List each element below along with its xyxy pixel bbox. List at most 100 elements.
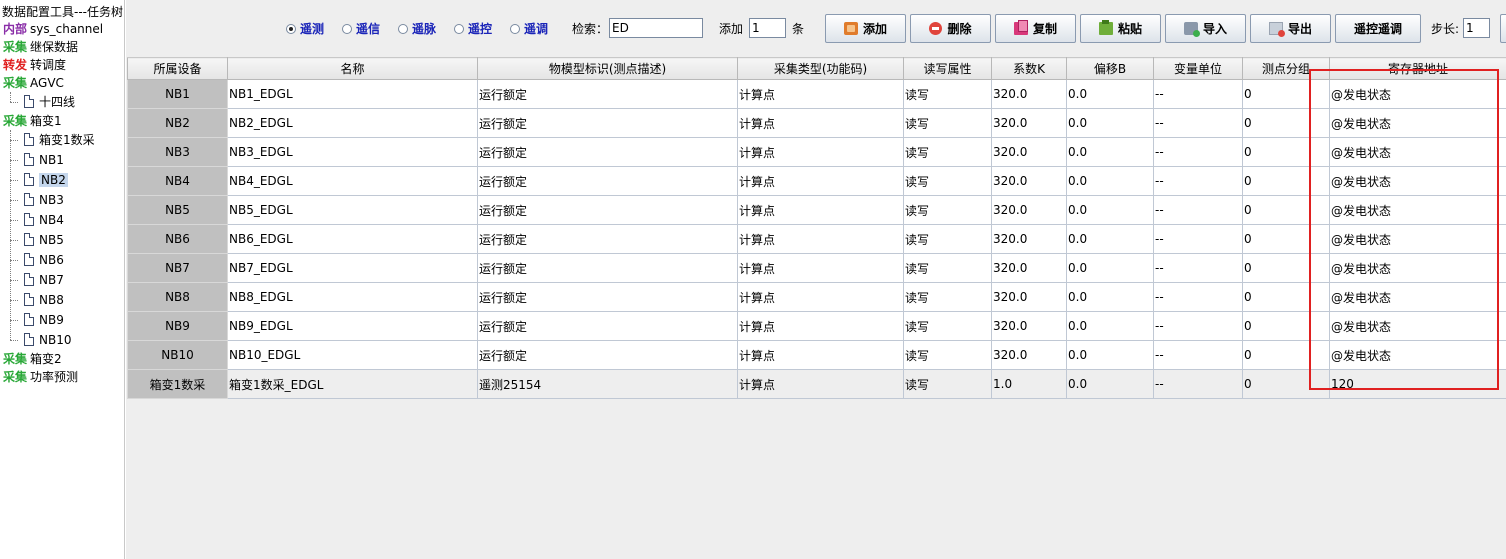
table-cell[interactable]: @发电状态 — [1329, 340, 1506, 370]
table-cell[interactable]: @发电状态 — [1329, 224, 1506, 254]
remote-control-button[interactable]: 遥控遥调 — [1335, 14, 1421, 43]
table-cell[interactable]: 0.0 — [1066, 108, 1154, 138]
column-header[interactable]: 所属设备 — [127, 57, 228, 80]
table-cell[interactable]: 0 — [1242, 108, 1330, 138]
table-cell[interactable]: -- — [1153, 369, 1243, 399]
column-header[interactable]: 寄存器地址 — [1329, 57, 1506, 80]
column-header[interactable]: 读写属性 — [903, 57, 992, 80]
table-cell[interactable]: NB10_EDGL — [227, 340, 478, 370]
table-row[interactable]: NB6 NB6_EDGL 运行额定 计算点 读写 320.0 0.0 -- 0 @发电状态 — [127, 224, 1506, 254]
device-cell[interactable]: NB2 — [127, 108, 228, 138]
column-header[interactable]: 测点分组 — [1242, 57, 1330, 80]
table-row[interactable]: NB5 NB5_EDGL 运行额定 计算点 读写 320.0 0.0 -- 0 @发电状态 — [127, 195, 1506, 225]
add-count-input[interactable]: 1 — [749, 18, 786, 38]
table-cell[interactable]: 读写 — [903, 79, 992, 109]
tree-node-agvc[interactable]: 采集 AGVC — [3, 74, 64, 92]
table-cell[interactable]: 运行额定 — [477, 166, 738, 196]
table-cell[interactable]: NB7_EDGL — [227, 253, 478, 283]
table-cell[interactable]: 运行额定 — [477, 224, 738, 254]
table-cell[interactable]: 0 — [1242, 137, 1330, 167]
table-cell[interactable]: 读写 — [903, 137, 992, 167]
table-cell[interactable]: 读写 — [903, 311, 992, 341]
table-cell[interactable]: 0 — [1242, 224, 1330, 254]
table-cell[interactable]: 计算点 — [737, 340, 904, 370]
table-cell[interactable]: 0 — [1242, 311, 1330, 341]
table-cell[interactable]: 箱变1数采_EDGL — [227, 369, 478, 399]
table-cell[interactable]: 运行额定 — [477, 195, 738, 225]
table-cell[interactable]: 0 — [1242, 253, 1330, 283]
delete-button[interactable]: 删除 — [910, 14, 991, 43]
table-row[interactable]: NB1 NB1_EDGL 运行额定 计算点 读写 320.0 0.0 -- 0 @发电状态 — [127, 79, 1506, 109]
table-cell[interactable]: @发电状态 — [1329, 253, 1506, 283]
table-cell[interactable]: 读写 — [903, 340, 992, 370]
table-cell[interactable]: 0 — [1242, 282, 1330, 312]
table-cell[interactable]: 0 — [1242, 79, 1330, 109]
table-cell[interactable]: -- — [1153, 166, 1243, 196]
table-cell[interactable]: NB5_EDGL — [227, 195, 478, 225]
table-cell[interactable]: 运行额定 — [477, 340, 738, 370]
radio-telemetry[interactable]: 遥测 — [286, 21, 324, 37]
table-cell[interactable]: 计算点 — [737, 195, 904, 225]
step-more-button[interactable] — [1500, 14, 1506, 43]
table-row[interactable]: NB8 NB8_EDGL 运行额定 计算点 读写 320.0 0.0 -- 0 @发电状态 — [127, 282, 1506, 312]
device-cell[interactable]: NB5 — [127, 195, 228, 225]
table-cell[interactable]: 1.0 — [991, 369, 1067, 399]
table-cell[interactable]: NB8_EDGL — [227, 282, 478, 312]
table-cell[interactable]: NB1_EDGL — [227, 79, 478, 109]
device-cell[interactable]: NB8 — [127, 282, 228, 312]
radio-teleadjust[interactable]: 遥调 — [510, 21, 548, 37]
table-row[interactable]: NB9 NB9_EDGL 运行额定 计算点 读写 320.0 0.0 -- 0 @发电状态 — [127, 311, 1506, 341]
table-cell[interactable]: -- — [1153, 282, 1243, 312]
search-input[interactable]: ED — [609, 18, 703, 38]
add-button[interactable]: 添加 — [825, 14, 906, 43]
table-cell[interactable]: 运行额定 — [477, 311, 738, 341]
device-cell[interactable]: NB1 — [127, 79, 228, 109]
table-cell[interactable]: 0.0 — [1066, 224, 1154, 254]
table-cell[interactable]: -- — [1153, 79, 1243, 109]
tree-node-child[interactable]: 箱变1数采 — [24, 130, 95, 150]
table-cell[interactable]: -- — [1153, 224, 1243, 254]
radio-telecontrol[interactable]: 遥控 — [454, 21, 492, 37]
tree-node-child[interactable]: NB9 — [24, 310, 64, 330]
column-header[interactable]: 物模型标识(测点描述) — [477, 57, 738, 80]
table-cell[interactable]: 0 — [1242, 369, 1330, 399]
radio-telesignal[interactable]: 遥信 — [342, 21, 380, 37]
table-cell[interactable]: 读写 — [903, 253, 992, 283]
device-cell[interactable]: NB9 — [127, 311, 228, 341]
table-cell[interactable]: 320.0 — [991, 79, 1067, 109]
column-header[interactable]: 系数K — [991, 57, 1067, 80]
table-cell[interactable]: 0 — [1242, 195, 1330, 225]
table-cell[interactable]: 计算点 — [737, 166, 904, 196]
tree-node-child[interactable]: NB5 — [24, 230, 64, 250]
table-cell[interactable]: 读写 — [903, 108, 992, 138]
tree-node-child[interactable]: NB8 — [24, 290, 64, 310]
table-cell[interactable]: -- — [1153, 195, 1243, 225]
paste-button[interactable]: 粘贴 — [1080, 14, 1161, 43]
table-cell[interactable]: @发电状态 — [1329, 166, 1506, 196]
table-cell[interactable]: @发电状态 — [1329, 282, 1506, 312]
device-cell[interactable]: 箱变1数采 — [127, 369, 228, 399]
table-cell[interactable]: 320.0 — [991, 224, 1067, 254]
device-cell[interactable]: NB4 — [127, 166, 228, 196]
table-cell[interactable]: 计算点 — [737, 282, 904, 312]
table-cell[interactable]: 0.0 — [1066, 253, 1154, 283]
table-cell[interactable]: @发电状态 — [1329, 311, 1506, 341]
table-cell[interactable]: 计算点 — [737, 137, 904, 167]
device-cell[interactable]: NB7 — [127, 253, 228, 283]
table-cell[interactable]: 320.0 — [991, 340, 1067, 370]
table-cell[interactable]: 0 — [1242, 166, 1330, 196]
tree-node-child[interactable]: NB2 — [24, 170, 68, 190]
table-cell[interactable]: 320.0 — [991, 137, 1067, 167]
table-cell[interactable]: 计算点 — [737, 79, 904, 109]
tree-node-line14[interactable]: 十四线 — [24, 92, 75, 112]
table-cell[interactable]: 计算点 — [737, 253, 904, 283]
copy-button[interactable]: 复制 — [995, 14, 1076, 43]
table-cell[interactable]: @发电状态 — [1329, 79, 1506, 109]
table-cell[interactable]: 计算点 — [737, 108, 904, 138]
tree-node-child[interactable]: NB7 — [24, 270, 64, 290]
table-cell[interactable]: @发电状态 — [1329, 195, 1506, 225]
table-cell[interactable]: 320.0 — [991, 311, 1067, 341]
table-cell[interactable]: 0.0 — [1066, 137, 1154, 167]
table-row[interactable]: NB2 NB2_EDGL 运行额定 计算点 读写 320.0 0.0 -- 0 @发电状态 — [127, 108, 1506, 138]
step-input[interactable]: 1 — [1463, 18, 1490, 38]
